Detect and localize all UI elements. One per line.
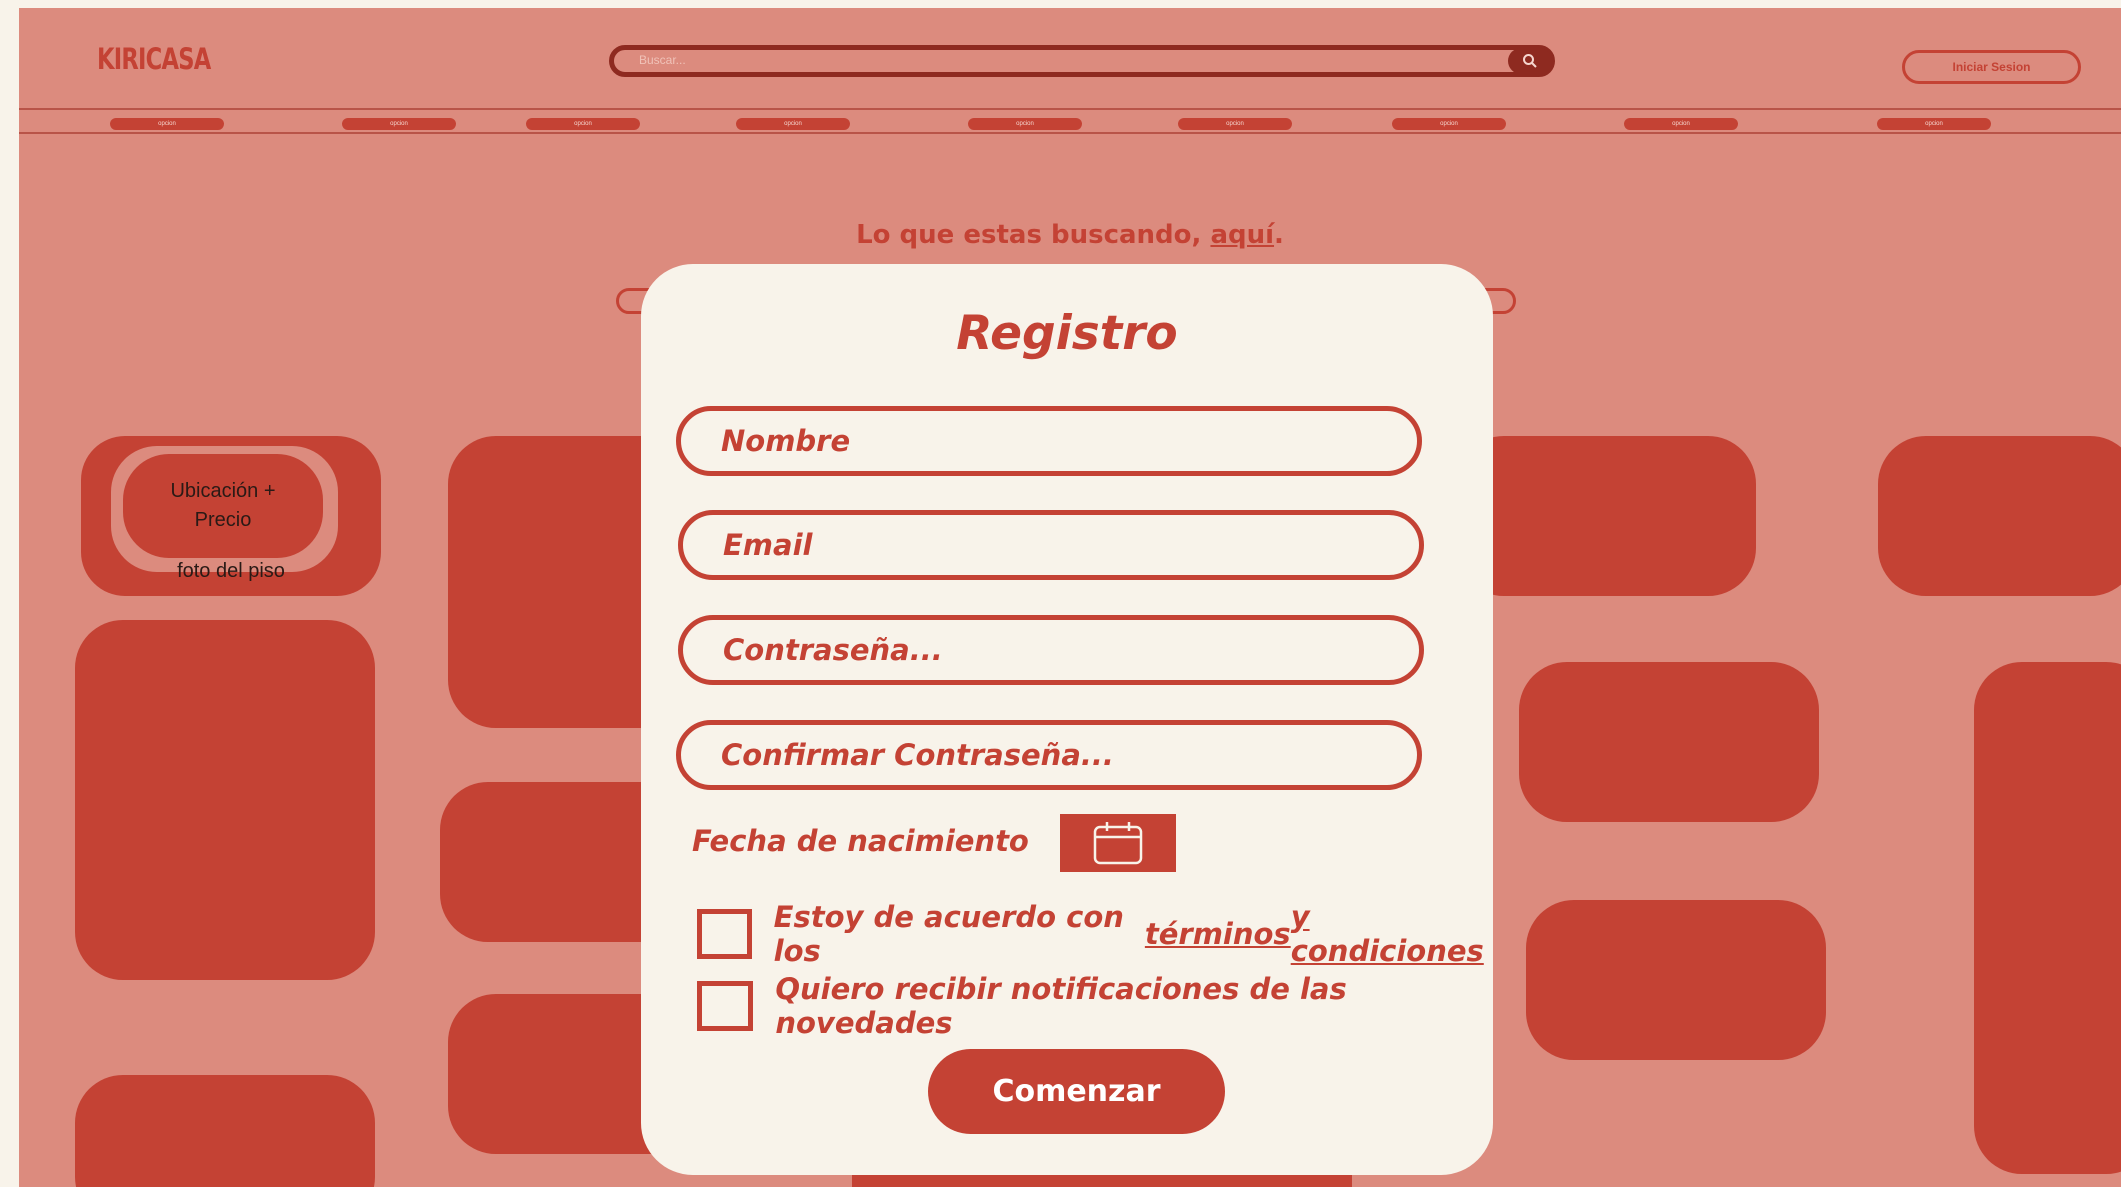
listing-card[interactable] [75, 620, 375, 980]
search-button[interactable] [1508, 48, 1552, 74]
search-icon [1523, 54, 1537, 68]
nav-item-8[interactable]: opcion [1624, 118, 1738, 130]
email-field[interactable]: Email [678, 510, 1424, 580]
nav-item-5[interactable]: opcion [968, 118, 1082, 130]
search-placeholder: Buscar... [639, 53, 686, 67]
listing-card[interactable] [75, 1075, 375, 1187]
email-field-placeholder: Email [723, 528, 813, 562]
notifications-text: Quiero recibir notificaciones de las nov… [775, 972, 1347, 1040]
terms-link[interactable]: términos [1145, 917, 1291, 951]
notifications-checkbox[interactable] [697, 981, 754, 1031]
terms-checkbox[interactable] [697, 909, 752, 959]
submit-button[interactable]: Comenzar [928, 1049, 1225, 1134]
nav-item-9[interactable]: opcion [1877, 118, 1991, 130]
notifications-row: Quiero recibir notificaciones de las nov… [697, 972, 1493, 1040]
password-field[interactable]: Contraseña... [678, 615, 1424, 685]
featured-listing-badge: Ubicación + Precio [123, 454, 323, 558]
nav-item-3[interactable]: opcion [526, 118, 640, 130]
tagline-punct: . [1274, 220, 1284, 250]
terms-row: Estoy de acuerdo con los términos y cond… [697, 900, 1493, 968]
nav-item-6[interactable]: opcion [1178, 118, 1292, 130]
registration-modal: Registro Nombre Email Contraseña... Conf… [641, 264, 1493, 1175]
modal-title: Registro [956, 306, 1178, 361]
name-field[interactable]: Nombre [676, 406, 1422, 476]
tagline-text: Lo que estas buscando, [856, 220, 1211, 250]
login-button[interactable]: Iniciar Sesion [1902, 50, 2081, 84]
confirm-password-field-placeholder: Confirmar Contraseña... [721, 738, 1114, 772]
confirm-password-field[interactable]: Confirmar Contraseña... [676, 720, 1422, 790]
logo[interactable]: KIRICASA [97, 42, 211, 76]
featured-listing-title: Ubicación + Precio [170, 480, 276, 531]
listing-card[interactable] [1974, 662, 2121, 1174]
birthdate-label: Fecha de nacimiento [692, 824, 1029, 858]
nav-item-7[interactable]: opcion [1392, 118, 1506, 130]
tagline-link[interactable]: aquí [1210, 220, 1274, 250]
header-divider-bottom [19, 132, 2121, 134]
search-bar[interactable]: Buscar... [609, 45, 1555, 77]
conditions-link[interactable]: y condiciones [1291, 900, 1493, 968]
birthdate-picker-button[interactable] [1060, 814, 1176, 872]
listing-card[interactable] [1526, 900, 1826, 1060]
featured-listing-caption: foto del piso [177, 560, 285, 582]
terms-text: Estoy de acuerdo con los [773, 900, 1124, 968]
password-field-placeholder: Contraseña... [723, 633, 943, 667]
header-divider-top [19, 108, 2121, 110]
name-field-placeholder: Nombre [721, 424, 851, 458]
nav-item-2[interactable]: opcion [342, 118, 456, 130]
listing-card[interactable] [1878, 436, 2121, 596]
calendar-icon [1093, 822, 1143, 865]
page-background: KIRICASA Buscar... Iniciar Sesion opcion… [19, 8, 2121, 1187]
listing-card[interactable] [1456, 436, 1756, 596]
listing-card[interactable] [1519, 662, 1819, 822]
nav-item-4[interactable]: opcion [736, 118, 850, 130]
nav-item-1[interactable]: opcion [110, 118, 224, 130]
hero-tagline: Lo que estas buscando, aquí. [19, 220, 2121, 250]
